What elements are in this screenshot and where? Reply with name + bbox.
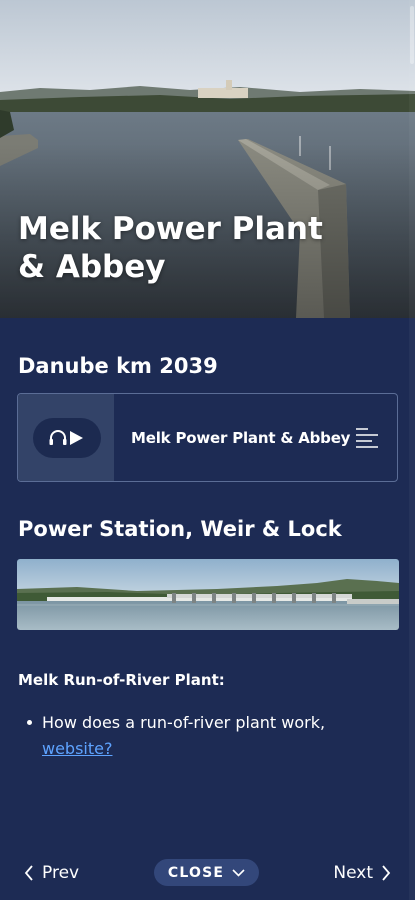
- km-heading: Danube km 2039: [18, 354, 218, 378]
- list-item: How does a run-of-river plant work, webs…: [27, 710, 372, 762]
- prev-label: Prev: [42, 863, 80, 883]
- close-label: CLOSE: [167, 864, 225, 881]
- section-heading: Power Station, Weir & Lock: [18, 517, 342, 541]
- play-icon: [70, 431, 83, 445]
- plant-label: Melk Run-of-River Plant:: [18, 671, 225, 689]
- tour-stop-page: Melk Power Plant & Abbey Danube km 2039 …: [0, 0, 415, 900]
- next-button[interactable]: Next: [333, 860, 391, 886]
- audio-track-title: Melk Power Plant & Abbey: [131, 428, 351, 447]
- next-label: Next: [333, 863, 373, 883]
- scrollbar[interactable]: [409, 0, 415, 900]
- plant-bullet-list: How does a run-of-river plant work, webs…: [27, 710, 372, 762]
- prev-button[interactable]: Prev: [24, 860, 79, 886]
- hero: Melk Power Plant & Abbey: [0, 0, 415, 318]
- play-audio-button[interactable]: [33, 418, 101, 458]
- audio-controls-panel: [18, 394, 114, 481]
- audio-player-card[interactable]: Melk Power Plant & Abbey: [17, 393, 398, 482]
- chevron-left-icon: [24, 865, 33, 881]
- chevron-down-icon: [232, 868, 245, 877]
- headphones-icon: [49, 430, 67, 445]
- chevron-right-icon: [382, 865, 391, 881]
- close-button[interactable]: CLOSE: [154, 859, 259, 886]
- website-link[interactable]: website?: [42, 739, 112, 758]
- bullet-text: How does a run-of-river plant work,: [42, 713, 326, 732]
- page-title: Melk Power Plant & Abbey: [18, 211, 323, 285]
- scrollbar-thumb[interactable]: [410, 6, 414, 64]
- list-icon[interactable]: [355, 427, 379, 449]
- power-station-photo[interactable]: [17, 559, 399, 630]
